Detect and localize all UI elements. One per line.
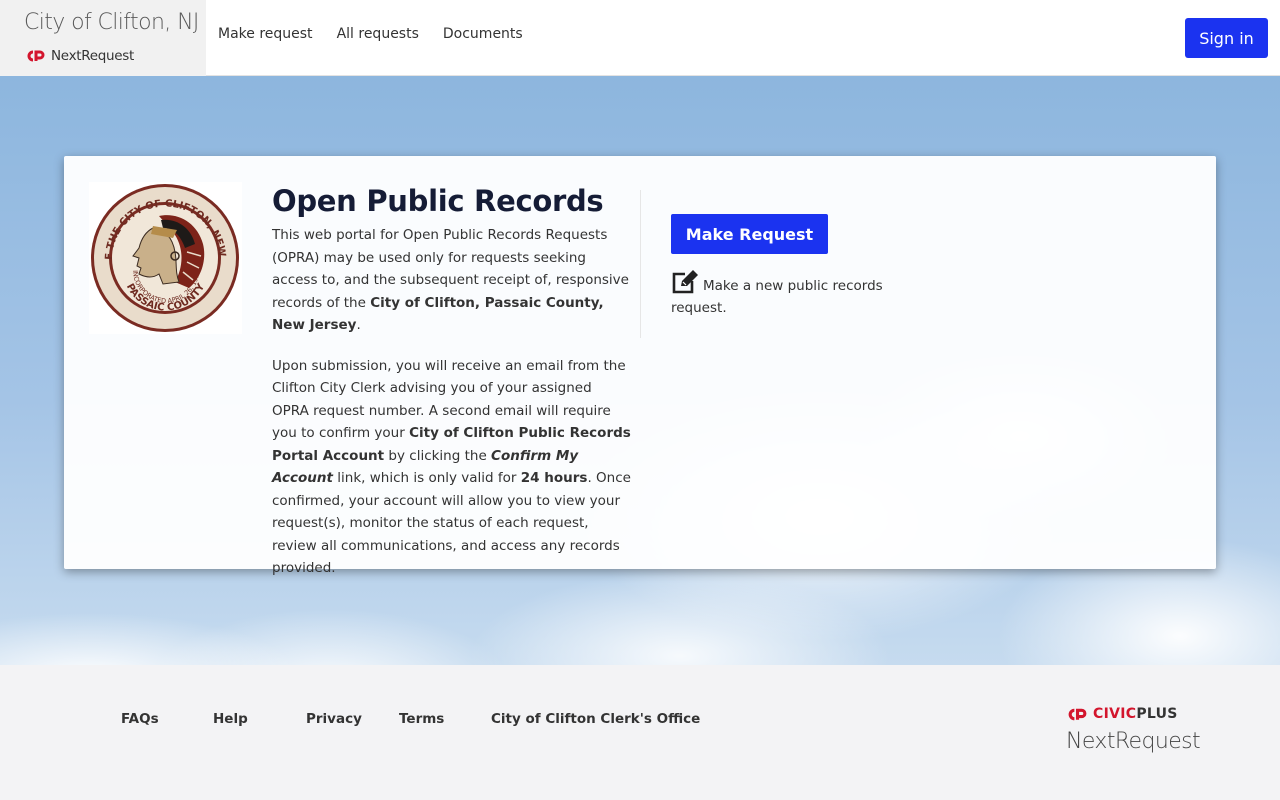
intro-content: Open Public Records This web portal for … <box>272 184 632 580</box>
text-segment: link, which is only valid for <box>333 470 521 486</box>
make-request-desc-text: Make a new public records request. <box>671 278 883 316</box>
page-title: Open Public Records <box>272 184 604 218</box>
plus-label: PLUS <box>1136 706 1178 722</box>
edit-icon <box>672 270 698 294</box>
intro-card: SEAL OF THE CITY OF CLIFTON, NEW JERSEY … <box>64 156 1216 576</box>
text-segment: . <box>356 317 361 333</box>
footer: FAQs Help Privacy Terms City of Clifton … <box>0 665 1280 800</box>
nav-documents[interactable]: Documents <box>443 26 523 42</box>
civic-label: CIVIC <box>1093 706 1137 722</box>
footer-link-terms[interactable]: Terms <box>399 711 444 727</box>
footer-link-help[interactable]: Help <box>213 711 248 727</box>
nextrequest-cp-icon <box>27 50 45 62</box>
city-seal-logo: SEAL OF THE CITY OF CLIFTON, NEW JERSEY … <box>84 174 242 334</box>
top-navbar: City of Clifton, NJ NextRequest Make req… <box>0 0 1280 76</box>
nav-make-request[interactable]: Make request <box>218 26 313 42</box>
text-segment: by clicking the <box>384 447 492 464</box>
site-title[interactable]: City of Clifton, NJ <box>24 10 199 35</box>
instructions-paragraph: Upon submission, you will receive an ema… <box>272 355 632 580</box>
nextrequest-logo: NextRequest <box>25 48 134 64</box>
intro-paragraph: This web portal for Open Public Records … <box>272 224 632 337</box>
civicplus-icon <box>1068 708 1087 720</box>
column-divider <box>640 190 641 338</box>
footer-link-privacy[interactable]: Privacy <box>306 711 362 727</box>
sign-in-button[interactable]: Sign in <box>1185 18 1268 58</box>
text-segment: 24 hours <box>520 470 588 486</box>
civicplus-logo: CIVICPLUS <box>1066 706 1178 722</box>
footer-link-faqs[interactable]: FAQs <box>121 711 159 727</box>
hero-section: SEAL OF THE CITY OF CLIFTON, NEW JERSEY … <box>0 76 1280 665</box>
make-request-description: Make a new public records request. <box>671 270 931 319</box>
nav-all-requests[interactable]: All requests <box>337 26 419 42</box>
footer-link-clerks-office[interactable]: City of Clifton Clerk's Office <box>491 711 700 727</box>
brand-product-name: NextRequest <box>51 48 134 64</box>
main-nav: Make request All requests Documents <box>218 26 523 42</box>
brand-block[interactable]: City of Clifton, NJ NextRequest <box>0 0 206 76</box>
footer-nextrequest-logo: NextRequest <box>1066 729 1201 754</box>
make-request-button[interactable]: Make Request <box>671 214 828 254</box>
civicplus-wordmark: CIVICPLUS <box>1093 706 1178 722</box>
